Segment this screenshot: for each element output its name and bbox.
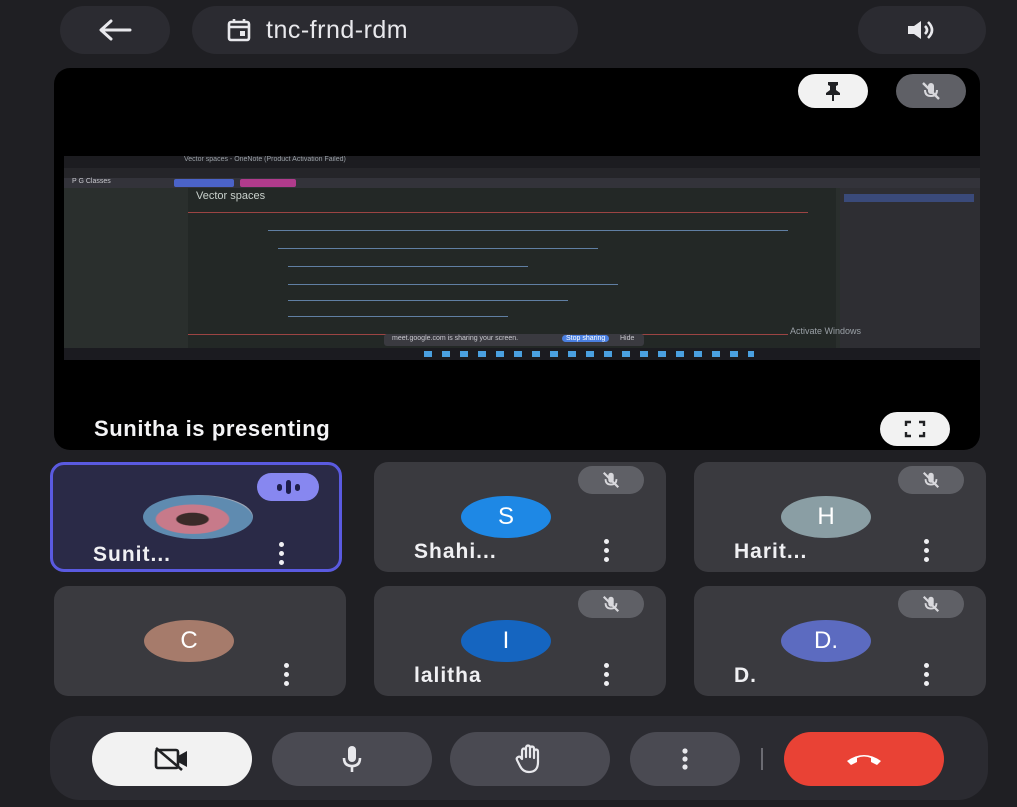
shared-page-list [840, 188, 980, 348]
shared-tabs: P G Classes [64, 178, 980, 188]
meeting-info-button[interactable]: tnc-frnd-rdm [192, 6, 578, 54]
shared-tab-1 [174, 179, 234, 187]
back-button[interactable] [60, 6, 170, 54]
participant-tile[interactable]: I lalitha [374, 586, 666, 696]
audio-output-button[interactable] [858, 6, 986, 54]
call-controls-bar [50, 716, 988, 800]
top-bar: tnc-frnd-rdm [0, 0, 1017, 62]
mic-off-indicator [898, 590, 964, 618]
shared-notebook-name: P G Classes [72, 178, 111, 185]
shared-note-canvas: Vector spaces [188, 188, 836, 348]
participant-tile[interactable]: C [54, 586, 346, 696]
presentation-stage: Vector spaces - OneNote (Product Activat… [54, 68, 980, 450]
participant-menu-button[interactable] [600, 663, 612, 687]
mic-off-icon [602, 595, 620, 613]
calendar-icon [227, 19, 251, 42]
avatar [143, 495, 253, 539]
ink-line [288, 316, 508, 317]
pin-icon [826, 82, 840, 101]
microphone-toggle-button[interactable] [272, 732, 432, 786]
avatar: D. [781, 620, 871, 662]
stop-sharing-button[interactable]: Stop sharing [562, 335, 610, 342]
taskbar-icons [424, 351, 754, 357]
shared-page-list-item [844, 194, 974, 202]
avatar-initial: I [502, 627, 510, 654]
presenting-label: Sunitha is presenting [94, 416, 331, 441]
fullscreen-icon [904, 420, 926, 438]
mic-off-icon [922, 471, 940, 489]
shared-window-title: Vector spaces - OneNote (Product Activat… [184, 156, 346, 163]
avatar-initial: H [817, 503, 835, 530]
mic-off-indicator [578, 466, 644, 494]
participant-name: Sunit... [93, 543, 171, 566]
participant-menu-button[interactable] [920, 539, 932, 563]
camera-toggle-button[interactable] [92, 732, 252, 786]
mic-off-indicator [578, 590, 644, 618]
shared-tab-2 [240, 179, 296, 187]
sharing-banner: meet.google.com is sharing your screen. … [384, 334, 644, 346]
shared-window-titlebar: Vector spaces - OneNote (Product Activat… [64, 156, 980, 168]
meeting-code: tnc-frnd-rdm [266, 15, 409, 44]
avatar-initial: S [497, 503, 514, 530]
avatar: I [461, 620, 551, 662]
mic-icon [342, 746, 362, 772]
mic-off-icon [922, 595, 940, 613]
ink-line [288, 266, 528, 267]
mic-off-indicator [898, 466, 964, 494]
participant-menu-button[interactable] [280, 663, 292, 687]
more-vert-icon [682, 748, 688, 770]
hang-up-icon [847, 755, 881, 765]
raise-hand-button[interactable] [450, 732, 610, 786]
camera-off-icon [154, 747, 187, 771]
shared-screen: Vector spaces - OneNote (Product Activat… [64, 156, 980, 360]
end-call-button[interactable] [784, 732, 944, 786]
participant-tile[interactable]: D. D. [694, 586, 986, 696]
hide-button[interactable]: Hide [620, 335, 634, 342]
mic-off-icon [922, 82, 940, 100]
more-options-button[interactable] [630, 732, 740, 786]
shared-taskbar [64, 348, 980, 360]
participant-tile[interactable]: H Harit... [694, 462, 986, 572]
speaker-icon [908, 21, 934, 39]
hand-icon [515, 744, 540, 774]
participant-tile[interactable]: S Shahi... [374, 462, 666, 572]
ink-line [268, 230, 788, 231]
participant-name: D. [734, 664, 757, 687]
arrow-left-icon [99, 19, 132, 41]
speaking-indicator [257, 473, 319, 501]
presenter-muted-indicator [896, 74, 966, 108]
mic-off-icon [602, 471, 620, 489]
participant-menu-button[interactable] [275, 542, 287, 566]
participant-name: Shahi... [414, 540, 497, 563]
participant-tile[interactable]: Sunit... [50, 462, 342, 572]
sharing-banner-text: meet.google.com is sharing your screen. [392, 335, 519, 342]
participant-menu-button[interactable] [600, 539, 612, 563]
ink-line [288, 300, 568, 301]
pin-button[interactable] [798, 74, 868, 108]
avatar: H [781, 496, 871, 538]
participant-name: Harit... [734, 540, 808, 563]
avatar: C [144, 620, 234, 662]
ink-line [188, 212, 808, 213]
participant-name: lalitha [414, 664, 482, 687]
shared-page-title: Vector spaces [196, 190, 266, 202]
controls-divider [761, 748, 763, 770]
avatar: S [461, 496, 551, 538]
fullscreen-button[interactable] [880, 412, 950, 446]
avatar-initial: C [180, 627, 198, 654]
avatar-initial: D. [814, 627, 838, 654]
participant-menu-button[interactable] [920, 663, 932, 687]
activate-windows-watermark: Activate Windows [790, 326, 862, 336]
shared-ribbon [64, 168, 980, 178]
ink-line [278, 248, 598, 249]
ink-line [288, 284, 618, 285]
